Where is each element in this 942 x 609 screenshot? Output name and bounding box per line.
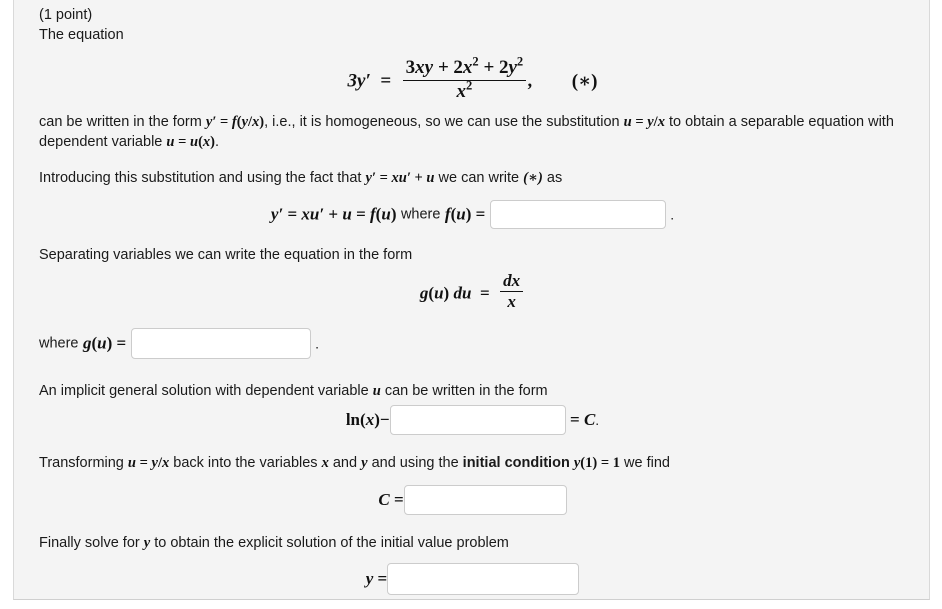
row-explicit-solution: y =: [14, 563, 929, 595]
homog-math-2: u = y/x: [623, 114, 665, 130]
equation-intro-label: The equation: [39, 27, 124, 43]
main-equation: 3y′ = 3xy + 2x2 + 2y2 x2 , (∗): [14, 55, 929, 102]
homog-math-1: y′ = f(y/x): [205, 114, 265, 130]
main-equation-numerator: 3xy + 2x2 + 2y2: [402, 55, 527, 81]
main-equation-denominator: x2: [456, 78, 473, 102]
homog-text-4: .: [215, 134, 220, 150]
separated-fraction: dx x: [500, 271, 524, 312]
homog-math-3: u = u(x): [166, 134, 215, 150]
transform-bold-label: initial condition: [462, 455, 570, 471]
points-label: (1 point): [39, 7, 93, 23]
transform-text-1: Transforming: [39, 455, 124, 471]
row-fu-math-prefix: y′ = xu′ + u = f(u): [270, 204, 397, 224]
row-y-math-prefix: y =: [365, 569, 388, 588]
paragraph-introducing-substitution: Introducing this substitution and using …: [39, 168, 927, 188]
intro-text-3: as: [546, 170, 563, 186]
main-equation-equals: =: [375, 70, 396, 92]
intro-math-star: (∗): [523, 170, 543, 186]
equation-separated: g(u) du = dx x: [14, 271, 929, 312]
paragraph-homogeneous: can be written in the form y′ = f(y/x), …: [39, 112, 927, 152]
row-ln-math-prefix: ln(x)−: [345, 410, 390, 429]
finally-math-y: y: [143, 535, 151, 551]
row-gu-math-gu: g(u) =: [82, 333, 127, 353]
separated-denominator: x: [507, 292, 516, 312]
intro-text-1: Introducing this substitution and using …: [39, 170, 362, 186]
answer-input-g-of-u[interactable]: [130, 328, 311, 359]
main-equation-tag: (∗): [571, 70, 598, 92]
answer-input-explicit-solution[interactable]: [387, 563, 580, 595]
row-gu-period: .: [315, 335, 319, 352]
paragraph-transforming: Transforming u = y/x back into the varia…: [39, 453, 927, 473]
paragraph-separating-variables: Separating variables we can write the eq…: [39, 247, 413, 263]
implicit-math-u: u: [372, 383, 381, 399]
row-C-math-prefix: C =: [378, 490, 404, 509]
row-ln-period: .: [595, 412, 600, 428]
row-g-of-u: where g(u) = .: [39, 328, 319, 359]
intro-text-2: we can write: [438, 170, 520, 186]
transform-math-y: y: [361, 455, 368, 471]
row-constant-C: C =: [14, 485, 929, 515]
homog-text-1: can be written in the form: [39, 114, 202, 130]
homog-text-2: , i.e., it is homogeneous, so we can use…: [264, 114, 620, 130]
implicit-text-2: can be written in the form: [384, 383, 548, 399]
row-gu-where-label: where: [39, 335, 79, 352]
separated-lhs: g(u) du: [419, 283, 472, 303]
row-f-of-u: y′ = xu′ + u = f(u) where f(u) = .: [14, 200, 929, 229]
separated-numerator: dx: [500, 271, 524, 293]
answer-input-implicit-solution[interactable]: [389, 405, 566, 435]
paragraph-implicit-solution: An implicit general solution with depend…: [39, 381, 927, 401]
transform-math-1: u = y/x: [127, 455, 170, 471]
problem-panel: (1 point) The equation 3y′ = 3xy + 2x2 +…: [13, 0, 930, 600]
paragraph-finally: Finally solve for y to obtain the explic…: [39, 533, 927, 553]
row-fu-math-fu: f(u) =: [444, 204, 486, 224]
answer-input-constant-C[interactable]: [403, 485, 567, 515]
row-ln-equation: ln(x)− = C.: [14, 405, 929, 435]
transform-text-5: we find: [624, 455, 670, 471]
separated-equals: =: [475, 283, 494, 303]
row-fu-where-label: where: [400, 206, 441, 223]
main-equation-lhs: 3y′: [347, 70, 371, 92]
intro-math-1: y′ = xu′ + u: [365, 170, 435, 186]
main-equation-comma: ,: [528, 70, 533, 92]
transform-text-3: and: [332, 455, 358, 471]
row-fu-period: .: [670, 206, 675, 223]
finally-text-2: to obtain the explicit solution of the i…: [154, 535, 509, 551]
transform-math-x: x: [321, 455, 329, 471]
main-equation-fraction: 3xy + 2x2 + 2y2 x2: [402, 55, 527, 102]
transform-text-4: and using the: [371, 455, 459, 471]
answer-input-f-of-u[interactable]: [489, 200, 666, 229]
transform-text-2: back into the variables: [173, 455, 318, 471]
row-ln-math-suffix: = C: [570, 410, 596, 429]
finally-text-1: Finally solve for: [39, 535, 140, 551]
transform-bold-math: y(1) = 1: [573, 455, 620, 471]
implicit-text-1: An implicit general solution with depend…: [39, 383, 369, 399]
